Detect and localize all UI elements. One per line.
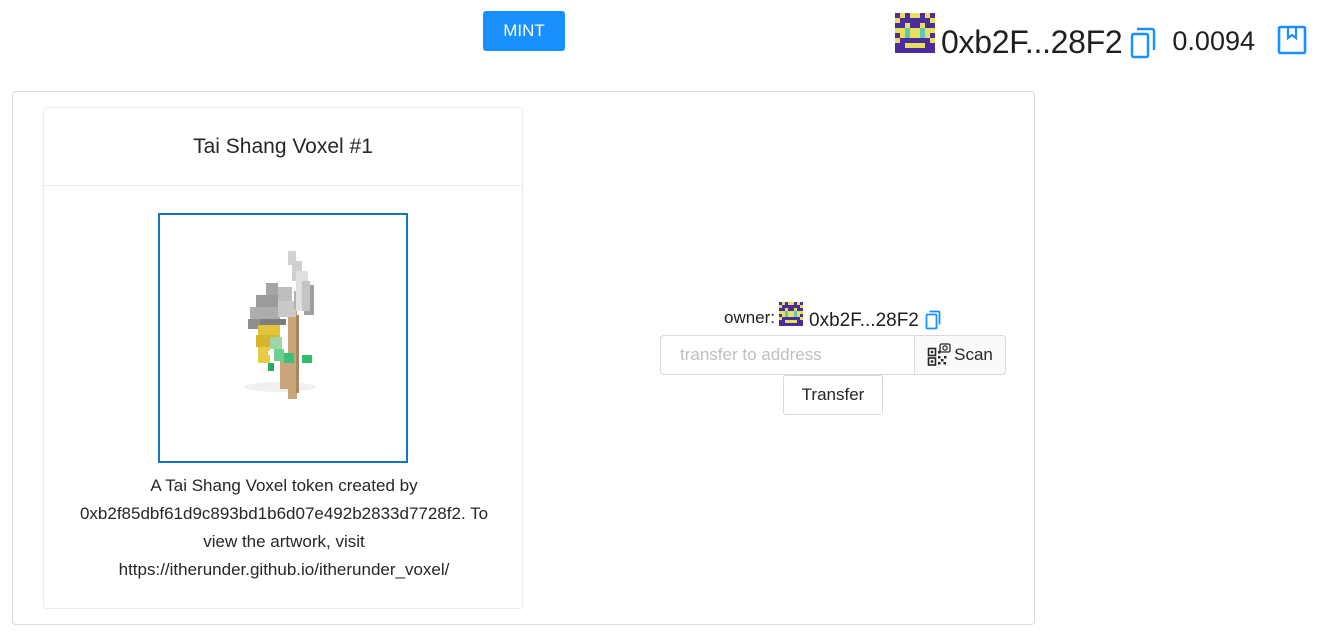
wallet-icon[interactable] <box>1277 25 1307 55</box>
mint-button[interactable]: MINT <box>483 11 565 51</box>
transfer-button[interactable]: Transfer <box>783 375 883 415</box>
token-title: Tai Shang Voxel #1 <box>44 108 522 186</box>
owner-row: owner: 0xb2F...28F2 <box>724 302 941 332</box>
account-address: 0xb2F...28F2 <box>941 24 1123 60</box>
token-artwork <box>158 213 408 463</box>
owner-label: owner: <box>724 308 776 327</box>
account-avatar-icon <box>895 13 935 53</box>
token-card: Tai Shang Voxel #1 A Tai Shang Voxel tok… <box>43 107 523 609</box>
owner-address: 0xb2F...28F2 <box>809 310 919 331</box>
copy-owner-address-icon[interactable] <box>925 310 941 330</box>
scan-button[interactable]: Scan <box>914 335 1006 375</box>
voxel-artwork-image <box>244 251 316 399</box>
account-info: 0xb2F...28F2 0.0094 <box>895 5 1307 65</box>
transfer-address-input[interactable] <box>660 335 914 375</box>
owner-avatar-icon <box>779 302 804 326</box>
copy-address-icon[interactable] <box>1130 27 1156 59</box>
account-balance: 0.0094 <box>1172 26 1255 56</box>
token-description: A Tai Shang Voxel token created by 0xb2f… <box>79 476 489 579</box>
transfer-input-group: Scan <box>660 335 1006 375</box>
qr-scan-icon <box>927 343 951 366</box>
scan-label: Scan <box>954 345 993 364</box>
